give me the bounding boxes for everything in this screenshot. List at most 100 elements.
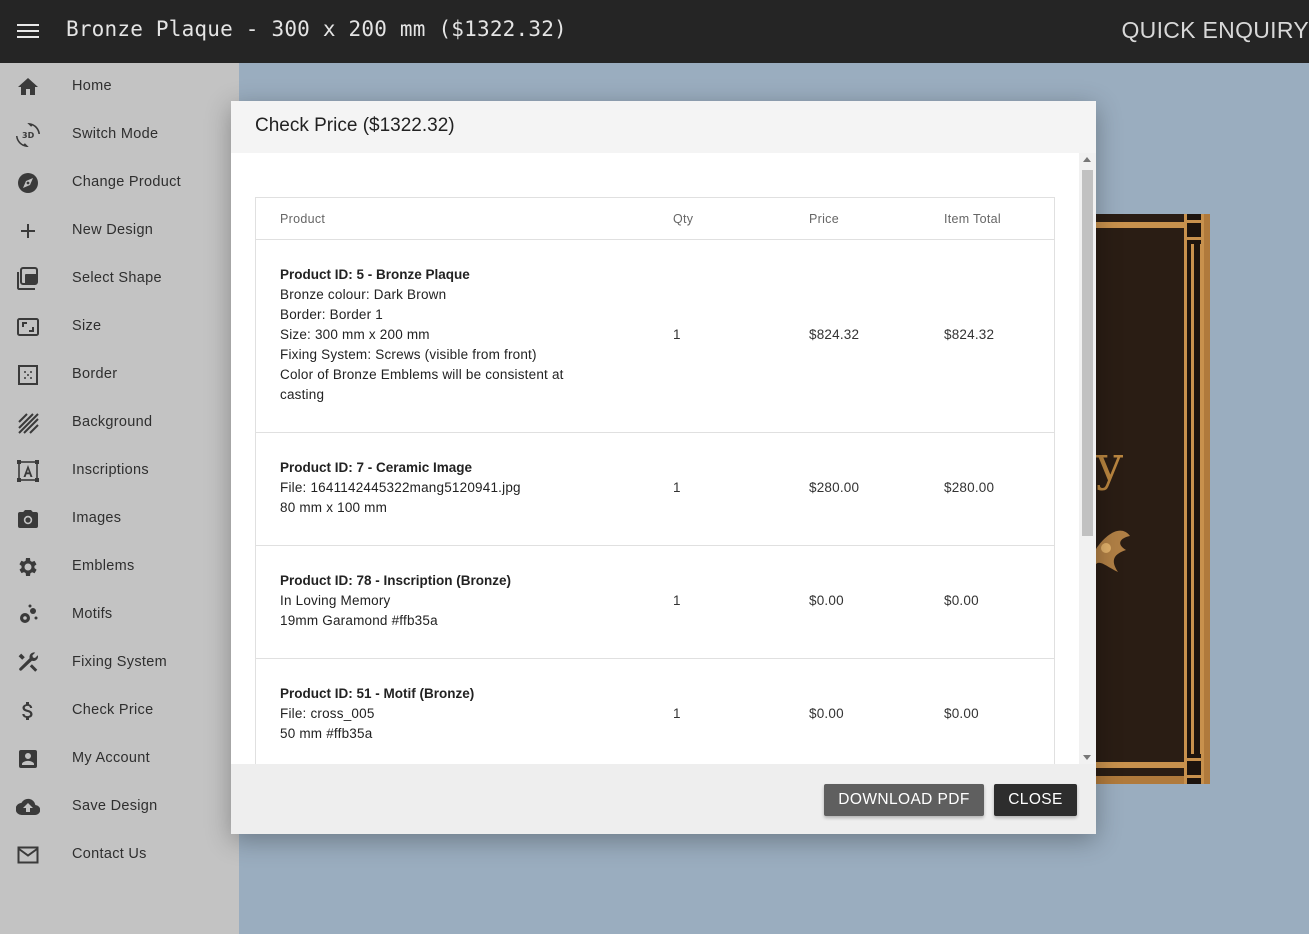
scroll-down-arrow-icon[interactable] bbox=[1083, 755, 1091, 760]
sidebar-item-inscriptions[interactable]: Inscriptions bbox=[0, 447, 239, 495]
price-cell: $0.00 bbox=[809, 706, 844, 721]
product-title: Product ID: 7 - Ceramic Image bbox=[280, 460, 473, 475]
sidebar-item-label: New Design bbox=[72, 222, 154, 238]
motif-flower-icon bbox=[1096, 530, 1130, 572]
sidebar-item-select-shape[interactable]: Select Shape bbox=[0, 255, 239, 303]
svg-text:3D: 3D bbox=[22, 131, 35, 140]
qty-cell: 1 bbox=[673, 480, 681, 495]
sidebar-item-check-price[interactable]: Check Price bbox=[0, 687, 239, 735]
plaque-border-corner bbox=[1184, 758, 1204, 778]
sidebar-item-label: Images bbox=[72, 510, 122, 526]
layers-icon bbox=[16, 267, 40, 291]
qty-cell: 1 bbox=[673, 327, 681, 342]
sidebar-item-background[interactable]: Background bbox=[0, 399, 239, 447]
sidebar-item-label: Change Product bbox=[72, 174, 181, 190]
scroll-up-arrow-icon[interactable] bbox=[1083, 157, 1091, 162]
item-total-cell: $280.00 bbox=[944, 480, 995, 495]
text-box-icon bbox=[16, 459, 40, 483]
column-header-item-total: Item Total bbox=[944, 212, 1001, 226]
qty-cell: 1 bbox=[673, 706, 681, 721]
sidebar-item-label: Fixing System bbox=[72, 654, 167, 670]
product-detail: In Loving Memory bbox=[280, 593, 391, 608]
sidebar-item-motifs[interactable]: Motifs bbox=[0, 591, 239, 639]
sidebar: Home 3D Switch Mode Change Product New D… bbox=[0, 63, 239, 934]
product-cell: Product ID: 7 - Ceramic Image File: 1641… bbox=[280, 458, 610, 518]
sidebar-item-home[interactable]: Home bbox=[0, 63, 239, 111]
gear-icon bbox=[16, 555, 40, 579]
sidebar-item-label: Contact Us bbox=[72, 846, 147, 862]
product-detail: Size: 300 mm x 200 mm bbox=[280, 327, 430, 342]
qty-cell: 1 bbox=[673, 593, 681, 608]
product-detail: Border: Border 1 bbox=[280, 307, 383, 322]
sidebar-item-my-account[interactable]: My Account bbox=[0, 735, 239, 783]
plaque-preview[interactable]: y bbox=[1088, 214, 1210, 784]
sidebar-item-save-design[interactable]: Save Design bbox=[0, 783, 239, 831]
price-cell: $824.32 bbox=[809, 327, 860, 342]
product-cell: Product ID: 78 - Inscription (Bronze) In… bbox=[280, 571, 610, 631]
sidebar-item-size[interactable]: Size bbox=[0, 303, 239, 351]
sidebar-item-fixing-system[interactable]: Fixing System bbox=[0, 639, 239, 687]
3d-rotate-icon: 3D bbox=[16, 123, 40, 147]
product-detail: Bronze colour: Dark Brown bbox=[280, 287, 447, 302]
product-detail: File: cross_005 bbox=[280, 706, 375, 721]
home-icon bbox=[16, 75, 40, 99]
item-total-cell: $824.32 bbox=[944, 327, 995, 342]
item-total-cell: $0.00 bbox=[944, 706, 979, 721]
column-header-qty: Qty bbox=[673, 212, 694, 226]
check-price-dialog: Check Price ($1322.32) Product Qty Price… bbox=[231, 101, 1096, 834]
plaque-inscription: y bbox=[1096, 436, 1124, 492]
sidebar-item-contact-us[interactable]: Contact Us bbox=[0, 831, 239, 879]
price-cell: $280.00 bbox=[809, 480, 860, 495]
border-icon bbox=[16, 363, 40, 387]
plaque-border-rail bbox=[1184, 214, 1204, 784]
compass-icon bbox=[16, 171, 40, 195]
dialog-body: Product Qty Price Item Total Product ID:… bbox=[231, 153, 1096, 764]
scrollbar-thumb[interactable] bbox=[1082, 170, 1093, 536]
product-detail: 50 mm #ffb35a bbox=[280, 726, 373, 741]
dialog-title: Check Price ($1322.32) bbox=[255, 115, 455, 136]
sidebar-item-label: Home bbox=[72, 78, 112, 94]
table-row: Product ID: 51 - Motif (Bronze) File: cr… bbox=[256, 659, 1054, 764]
tools-icon bbox=[16, 651, 40, 675]
price-table: Product Qty Price Item Total Product ID:… bbox=[255, 197, 1055, 764]
account-box-icon bbox=[16, 747, 40, 771]
sidebar-item-label: Size bbox=[72, 318, 102, 334]
page-title: Bronze Plaque - 300 x 200 mm ($1322.32) bbox=[66, 17, 567, 41]
sidebar-item-label: Switch Mode bbox=[72, 126, 159, 142]
sidebar-item-new-design[interactable]: New Design bbox=[0, 207, 239, 255]
table-row: Product ID: 7 - Ceramic Image File: 1641… bbox=[256, 433, 1054, 546]
product-title: Product ID: 5 - Bronze Plaque bbox=[280, 267, 470, 282]
sidebar-item-switch-mode[interactable]: 3D Switch Mode bbox=[0, 111, 239, 159]
product-detail: File: 1641142445322mang5120941.jpg bbox=[280, 480, 521, 495]
menu-icon[interactable] bbox=[17, 21, 39, 41]
price-cell: $0.00 bbox=[809, 593, 844, 608]
sidebar-item-label: Border bbox=[72, 366, 118, 382]
sidebar-item-label: Emblems bbox=[72, 558, 135, 574]
sidebar-item-border[interactable]: Border bbox=[0, 351, 239, 399]
product-detail: Color of Bronze Emblems will be consiste… bbox=[280, 367, 564, 402]
top-app-bar: Bronze Plaque - 300 x 200 mm ($1322.32) … bbox=[0, 0, 1309, 63]
sidebar-item-change-product[interactable]: Change Product bbox=[0, 159, 239, 207]
sidebar-item-label: My Account bbox=[72, 750, 150, 766]
column-header-price: Price bbox=[809, 212, 839, 226]
dollar-icon bbox=[16, 699, 40, 723]
column-header-product: Product bbox=[280, 212, 326, 226]
plaque-border-corner bbox=[1184, 220, 1204, 240]
product-detail: 80 mm x 100 mm bbox=[280, 500, 388, 515]
sidebar-item-emblems[interactable]: Emblems bbox=[0, 543, 239, 591]
table-row: Product ID: 78 - Inscription (Bronze) In… bbox=[256, 546, 1054, 659]
sidebar-item-label: Inscriptions bbox=[72, 462, 149, 478]
quick-enquiry-button[interactable]: QUICK ENQUIRY bbox=[1121, 17, 1309, 44]
product-cell: Product ID: 5 - Bronze Plaque Bronze col… bbox=[280, 265, 610, 405]
motif-icon bbox=[16, 603, 40, 627]
table-header: Product Qty Price Item Total bbox=[256, 198, 1054, 240]
close-button[interactable]: CLOSE bbox=[994, 784, 1077, 816]
mail-icon bbox=[16, 843, 40, 867]
download-pdf-button[interactable]: DOWNLOAD PDF bbox=[824, 784, 984, 816]
sidebar-item-label: Motifs bbox=[72, 606, 113, 622]
sidebar-item-label: Background bbox=[72, 414, 153, 430]
dialog-scrollbar[interactable] bbox=[1079, 153, 1096, 764]
sidebar-item-images[interactable]: Images bbox=[0, 495, 239, 543]
plus-icon bbox=[16, 219, 40, 243]
plaque-surface: y bbox=[1096, 214, 1192, 776]
